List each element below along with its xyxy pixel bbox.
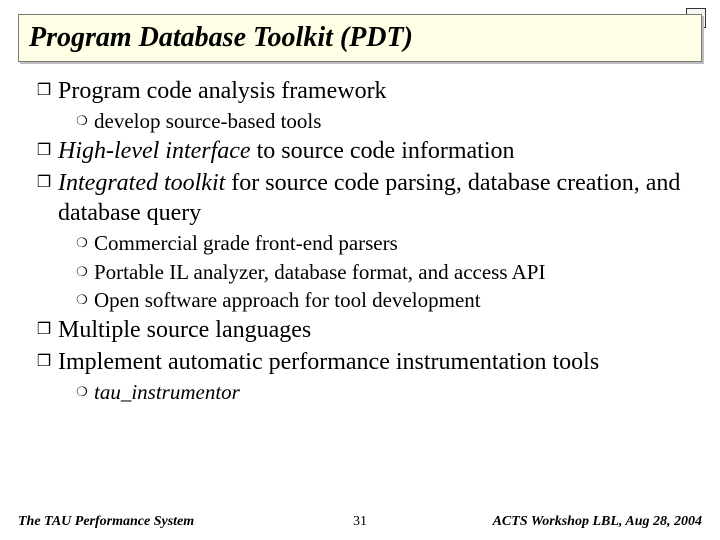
circle-bullet-icon: ❍: [70, 230, 94, 252]
emphasis-text: Integrated toolkit: [58, 170, 225, 196]
sub-bullet-text: Portable IL analyzer, database format, a…: [94, 259, 692, 286]
sub-bullet-item: ❍ Open software approach for tool develo…: [70, 287, 692, 314]
bullet-item: ❒ Implement automatic performance instru…: [30, 347, 692, 377]
bullet-item: ❒ High-level interface to source code in…: [30, 136, 692, 166]
slide: τ Program Database Toolkit (PDT) ❒ Progr…: [0, 0, 720, 540]
bullet-text: Program code analysis framework: [58, 76, 692, 106]
slide-number: 31: [18, 514, 702, 530]
bullet-text: Multiple source languages: [58, 315, 692, 345]
bullet-item: ❒ Program code analysis framework: [30, 76, 692, 106]
title-box: Program Database Toolkit (PDT): [18, 14, 702, 62]
square-bullet-icon: ❒: [30, 347, 58, 372]
bullet-item: ❒ Multiple source languages: [30, 315, 692, 345]
circle-bullet-icon: ❍: [70, 108, 94, 130]
sub-bullet-item: ❍ develop source-based tools: [70, 108, 692, 135]
sub-bullet-item: ❍ Commercial grade front-end parsers: [70, 230, 692, 257]
emphasis-text: High-level interface: [58, 138, 251, 164]
circle-bullet-icon: ❍: [70, 379, 94, 401]
sub-bullet-text: Commercial grade front-end parsers: [94, 230, 692, 257]
square-bullet-icon: ❒: [30, 136, 58, 161]
square-bullet-icon: ❒: [30, 315, 58, 340]
square-bullet-icon: ❒: [30, 168, 58, 193]
sub-bullet-item: ❍ tau_instrumentor: [70, 379, 692, 406]
footer: The TAU Performance System 31 ACTS Works…: [18, 510, 702, 530]
bullet-text: High-level interface to source code info…: [58, 136, 692, 166]
square-bullet-icon: ❒: [30, 76, 58, 101]
bullet-text: Implement automatic performance instrume…: [58, 347, 692, 377]
sub-bullet-text: tau_instrumentor: [94, 379, 692, 406]
slide-body: ❒ Program code analysis framework ❍ deve…: [30, 76, 692, 407]
bullet-item: ❒ Integrated toolkit for source code par…: [30, 168, 692, 228]
slide-title: Program Database Toolkit (PDT): [29, 22, 413, 54]
circle-bullet-icon: ❍: [70, 259, 94, 281]
sub-bullet-text: develop source-based tools: [94, 108, 692, 135]
bullet-text: Integrated toolkit for source code parsi…: [58, 168, 692, 228]
circle-bullet-icon: ❍: [70, 287, 94, 309]
plain-text: to source code information: [251, 138, 515, 164]
sub-bullet-text: Open software approach for tool developm…: [94, 287, 692, 314]
sub-bullet-item: ❍ Portable IL analyzer, database format,…: [70, 259, 692, 286]
